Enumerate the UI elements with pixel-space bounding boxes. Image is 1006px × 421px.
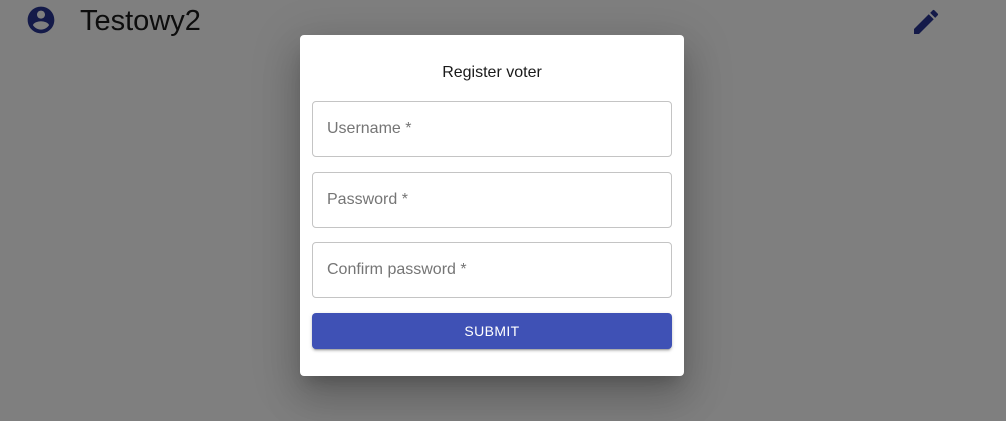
- dialog-title: Register voter: [442, 64, 542, 81]
- confirm-password-input[interactable]: [313, 243, 671, 297]
- password-input[interactable]: [313, 173, 671, 227]
- register-voter-dialog: Register voter SUBMIT: [300, 35, 684, 376]
- username-input[interactable]: [313, 102, 671, 156]
- username-field: [312, 101, 672, 157]
- confirm-password-field: [312, 242, 672, 298]
- password-field: [312, 172, 672, 228]
- submit-button[interactable]: SUBMIT: [312, 313, 672, 349]
